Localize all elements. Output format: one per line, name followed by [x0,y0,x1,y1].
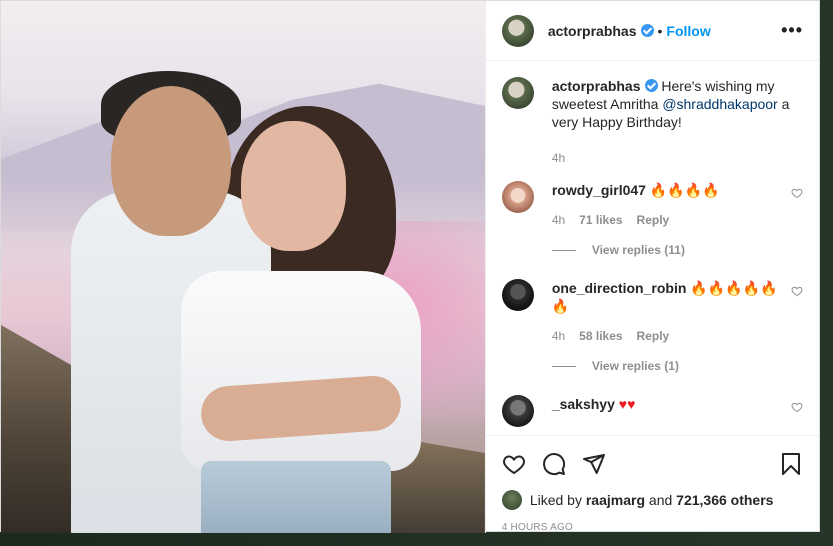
comment-like-heart-icon[interactable] [791,187,803,199]
more-options-icon[interactable]: ••• [781,20,803,41]
comment-text: ♥♥ [618,396,636,412]
likes-prefix: Liked by [529,492,582,508]
verified-badge-icon [640,24,654,37]
comment-username[interactable]: _sakshyy [552,396,615,412]
comment-bubble-icon[interactable] [542,452,566,476]
post-sidebar: actorprabhas • Follow ••• actorprabhas H… [484,1,819,533]
caption-row: actorprabhas Here's wishing my sweetest … [501,77,803,167]
photo-woman-top [181,271,421,471]
post-modal: actorprabhas • Follow ••• actorprabhas H… [0,0,820,533]
comment-likes[interactable]: 71 likes [579,211,622,229]
comment-like-heart-icon[interactable] [791,285,803,297]
verified-badge-icon [644,79,658,92]
comment-meta: 4h 58 likes Reply [552,327,783,345]
view-replies-label: View replies (1) [591,359,679,373]
comment-row: rowdy_girl047 🔥🔥🔥🔥 4h 71 likes Reply [501,181,803,229]
caption-username[interactable]: actorprabhas [552,78,641,94]
view-replies-button[interactable]: View replies (1) [551,359,803,373]
comment-username[interactable]: rowdy_girl047 [552,182,646,198]
comment-text: 🔥🔥🔥🔥 [649,182,720,198]
comment-avatar[interactable] [501,279,534,311]
likes-conjunction: and [648,492,673,508]
view-replies-button[interactable]: View replies (11) [551,243,803,257]
comment-likes[interactable]: 58 likes [579,327,622,345]
caption-avatar[interactable] [501,77,534,109]
post-actions: Liked by raajmarg and 721,366 others 4 H… [485,435,819,533]
follow-button[interactable]: Follow [666,23,710,39]
comment-meta: 4h 71 likes Reply [552,211,783,229]
author-avatar[interactable] [501,14,534,47]
share-send-icon[interactable] [582,452,606,476]
comment-username[interactable]: one_direction_robin [552,280,687,296]
save-bookmark-icon[interactable] [779,452,803,476]
comments-list[interactable]: actorprabhas Here's wishing my sweetest … [486,61,819,435]
likes-others-count[interactable]: 721,366 others [676,492,773,508]
caption-mention-link[interactable]: @shraddhakapoor [662,96,777,112]
replies-divider [551,249,576,251]
caption-time[interactable]: 4h [552,149,565,167]
author-username[interactable]: actorprabhas [548,23,637,39]
post-header: actorprabhas • Follow ••• [485,1,819,61]
photo-jeans [201,461,391,533]
photo-woman-face [241,121,346,251]
comment-time[interactable]: 4h [552,327,565,345]
photo-man-face [111,86,231,236]
post-timestamp[interactable]: 4 HOURS AGO [502,522,803,533]
comment-time[interactable]: 4h [552,211,565,229]
liker-username[interactable]: raajmarg [586,492,645,508]
action-icons-bar [502,444,803,484]
liker-avatar[interactable] [501,490,522,510]
post-photo[interactable] [1,1,485,533]
comment-avatar[interactable] [501,395,534,427]
comment-avatar[interactable] [501,181,534,213]
replies-divider [551,365,576,367]
view-replies-label: View replies (11) [591,243,685,257]
caption-meta: 4h [552,149,803,167]
likes-summary: Liked by raajmarg and 721,366 others [501,490,803,510]
comment-reply-button[interactable]: Reply [637,211,670,229]
header-separator: • [657,22,663,39]
comment-row: _sakshyy ♥♥ [501,395,803,427]
comment-reply-button[interactable]: Reply [637,327,670,345]
comment-like-heart-icon[interactable] [791,401,803,413]
like-heart-icon[interactable] [502,452,526,476]
comment-row: one_direction_robin 🔥🔥🔥🔥🔥🔥 4h 58 likes R… [501,279,803,345]
